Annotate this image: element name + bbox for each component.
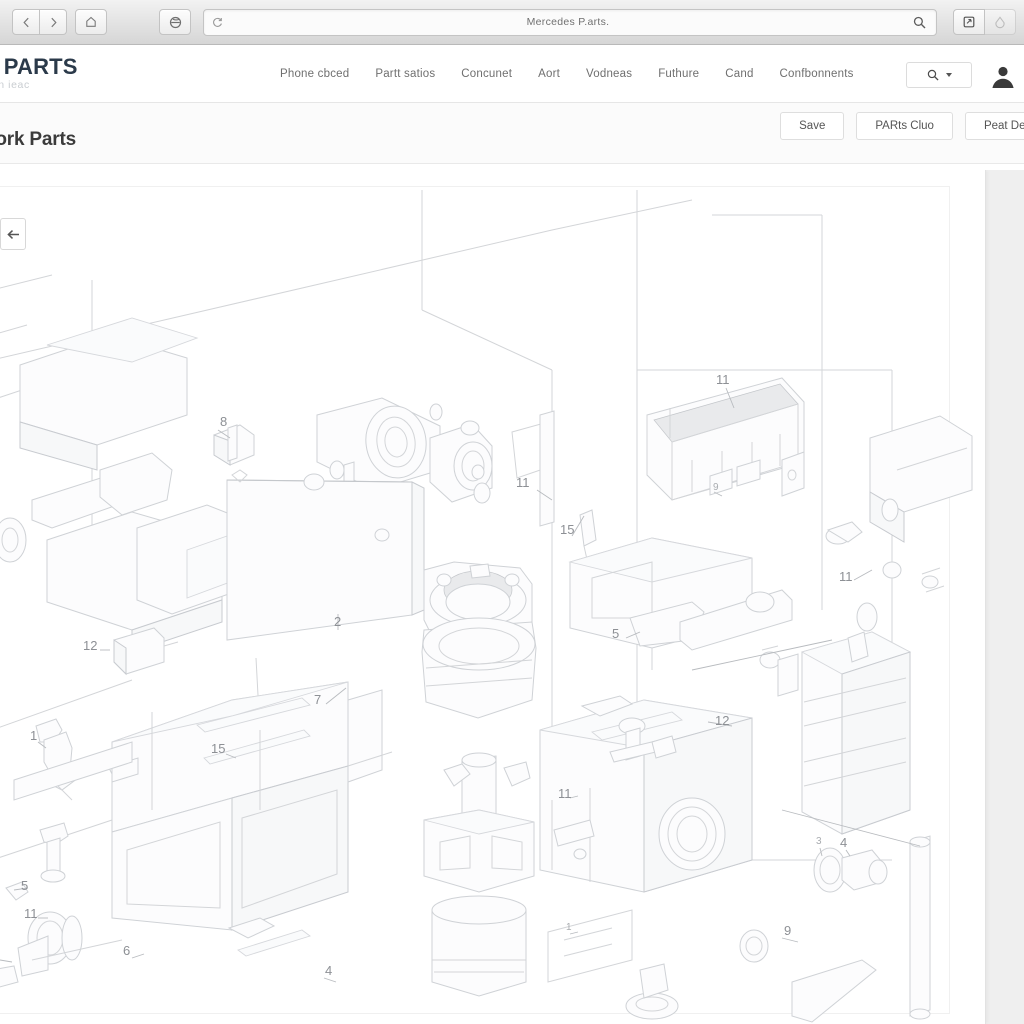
shield-icon[interactable] [159,9,191,35]
search-icon [927,69,939,81]
diagram-canvas-shell: 8 11 15 11 11 2 12 7 1 15 5 12 11 5 11 0… [0,170,1024,1024]
header-search-toggle[interactable] [906,62,972,88]
logo-subtitle: mben ieac [0,79,30,91]
part-finned-module [739,631,931,1023]
callout-9-a: 9 [784,923,791,938]
address-text[interactable]: Mercedes P.arts. [223,16,913,28]
callout-4-b: 4 [840,835,847,850]
page-title: Work Parts [0,129,76,150]
nav-item-5[interactable]: Futhure [658,68,699,80]
tabs-icon[interactable] [985,9,1016,35]
callout-15-b: 15 [211,741,225,756]
part-machine-body [539,695,753,1020]
callout-4-a: 4 [325,963,332,978]
part-frame-machine [551,537,793,670]
callout-11-b: 11 [716,372,730,387]
part-group-right [825,415,973,632]
callout-11-a: 11 [516,475,530,490]
callout-6: 6 [123,943,130,958]
callout-2: 2 [334,614,341,629]
part-group-left-chassis [0,274,241,653]
nav-item-7[interactable]: Confbonnents [780,68,854,80]
address-bar[interactable]: Mercedes P.arts. [203,8,937,36]
share-icon[interactable] [953,9,985,35]
peat-deligme-button[interactable]: Peat Deligme [964,112,1024,140]
nav-item-4[interactable]: Vodneas [586,68,632,80]
part-box-7 [103,681,393,957]
save-button[interactable]: Save [780,112,845,140]
callout-3-a: 3 [816,836,822,847]
search-icon[interactable] [913,16,926,29]
user-account-icon[interactable] [988,59,1018,89]
diagram-paper: 8 11 15 11 11 2 12 7 1 15 5 12 11 5 11 0… [0,170,986,1024]
logo-main-text: PARTS [3,54,78,79]
callout-11-c: 11 [839,569,853,584]
action-button-group: Save PARts Cluo Peat Deligme [780,112,1024,140]
site-logo[interactable]: e PARTS [0,54,78,80]
chevron-down-icon [945,73,952,77]
callout-9-b: 9 [713,482,719,493]
callout-11-e: 11 [24,906,38,921]
callout-11-d: 11 [558,786,572,801]
callout-1: 1 [30,728,37,743]
nav-item-0[interactable]: Phone cbced [280,68,349,80]
callout-12-a: 12 [83,638,97,653]
part-cylinder-stack [421,561,537,997]
nav-item-2[interactable]: Concunet [461,68,512,80]
action-bar: Save PARts Cluo Peat Deligme [0,103,1024,164]
callout-5-b: 5 [21,878,28,893]
parts-club-button[interactable]: PARts Cluo [856,112,953,140]
browser-toolbar: Mercedes P.arts. [0,0,1024,45]
forward-icon[interactable] [40,9,67,35]
site-header: e PARTS mben ieac Phone cbced Partt sati… [0,45,1024,103]
callout-7: 7 [314,692,321,707]
part-radiator-11 [646,377,805,501]
browser-right-actions [953,9,1016,35]
reload-icon[interactable] [212,17,223,28]
callout-8: 8 [220,414,227,429]
nav-item-1[interactable]: Partt satios [375,68,435,80]
callout-12-b: 12 [715,713,729,728]
callout-5-a: 5 [612,626,619,641]
home-icon[interactable] [75,9,107,35]
callout-1-b: 1 [566,922,572,933]
back-icon[interactable] [12,9,40,35]
parts-exploded-diagram[interactable]: 8 11 15 11 11 2 12 7 1 15 5 12 11 5 11 0… [0,170,985,1024]
back-arrow-icon[interactable] [0,218,26,250]
main-navigation: Phone cbced Partt satios Concunet Aort V… [280,45,854,103]
callout-15-a: 15 [560,522,574,537]
nav-item-6[interactable]: Cand [725,68,753,80]
nav-button-group [12,9,67,35]
nav-item-3[interactable]: Aort [538,68,560,80]
